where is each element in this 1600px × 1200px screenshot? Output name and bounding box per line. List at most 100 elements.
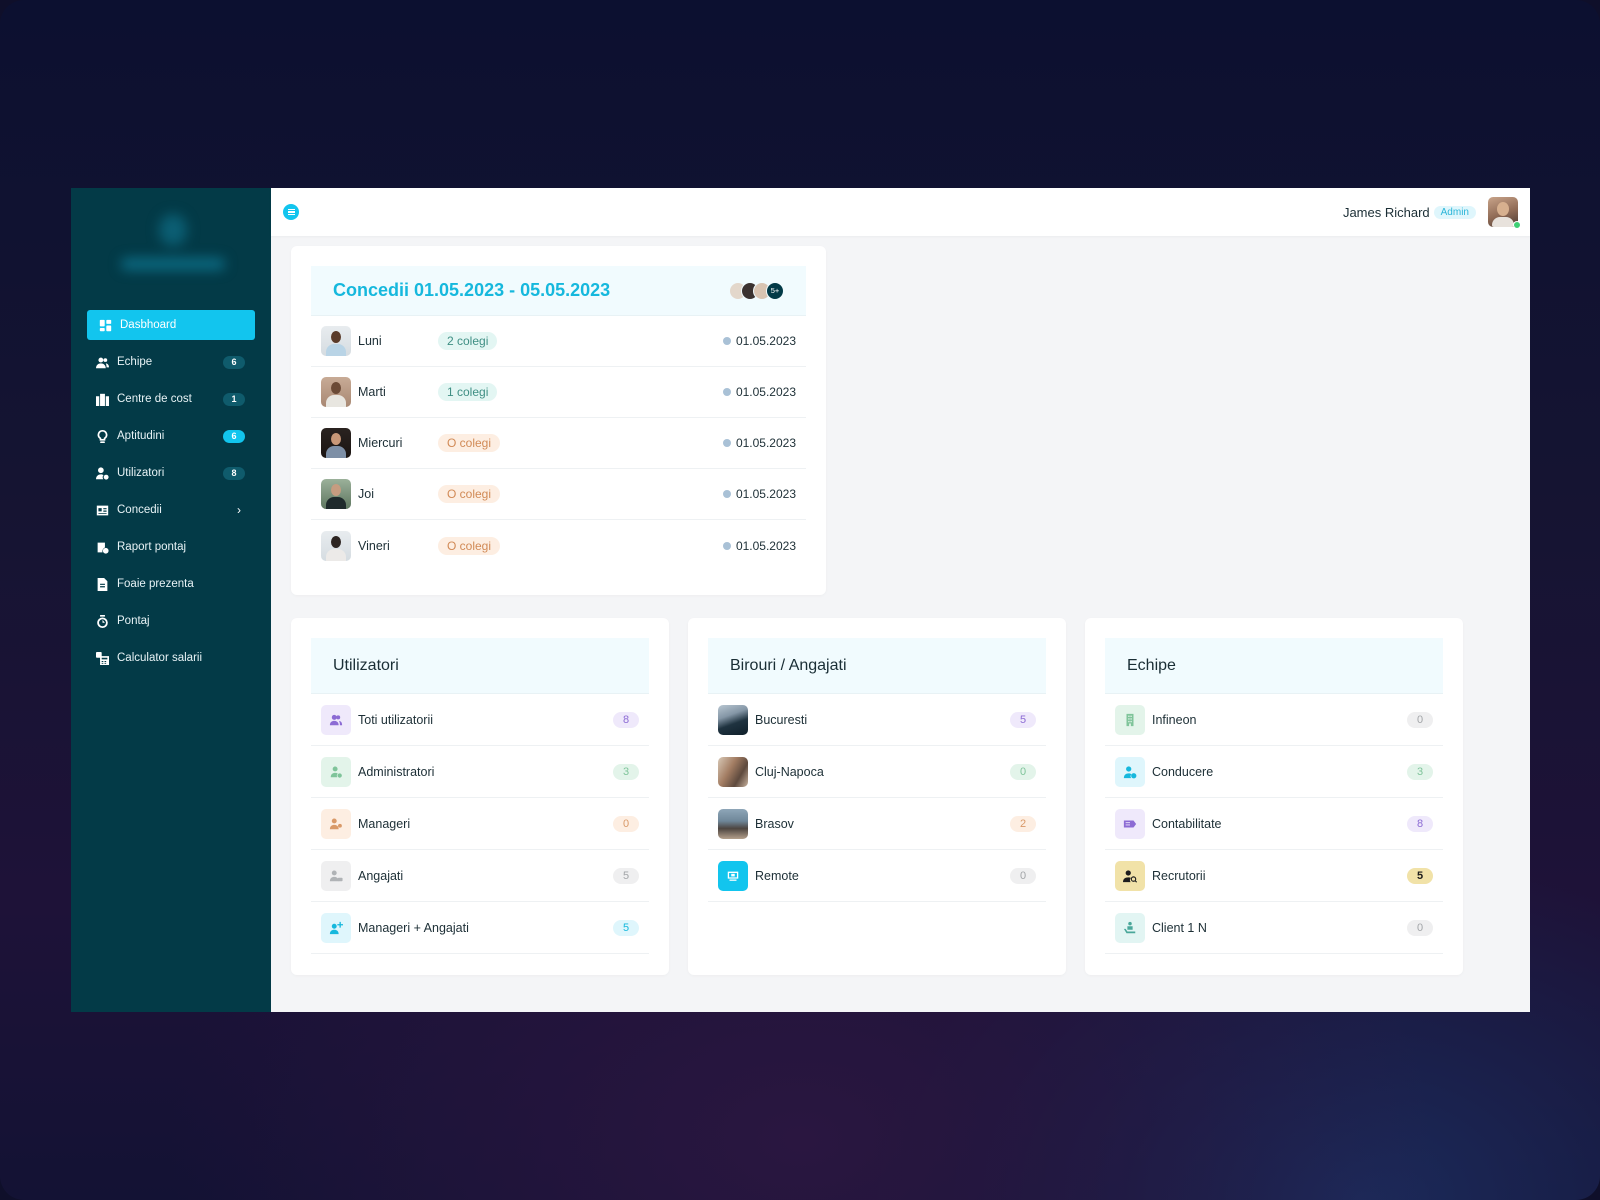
colleagues-badge: 1 colegi [438,383,498,401]
sidebar-item-label: Foaie prezenta [117,578,194,590]
sidebar-item-raport-pontaj[interactable]: Raport pontaj [87,532,255,562]
online-status-icon [1513,221,1521,229]
user-cog-icon [321,756,351,787]
logo[interactable] [111,208,231,278]
count-badge: 5 [613,919,639,936]
chevron-right-icon: › [237,503,241,517]
buildings-icon [95,392,109,406]
sidebar-item-label: Centre de cost [117,393,192,405]
sidebar-item-dashboard[interactable]: Dasbhoard [87,310,255,340]
sidebar-item-centre-de-cost[interactable]: Centre de cost 1 [87,384,255,414]
sidebar-item-calculator-salarii[interactable]: Calculator salarii [87,643,255,673]
list-item-label: Client 1 N [1152,920,1207,935]
list-item[interactable]: Manageri 0 [311,798,649,850]
colleagues-badge: O colegi [438,485,501,503]
day-label: Joi [358,487,374,501]
menu-icon[interactable] [283,204,299,220]
day-label: Luni [358,334,382,348]
list-item-label: Cluj-Napoca [755,764,824,779]
sidebar-item-echipe[interactable]: Echipe 6 [87,347,255,377]
date-text: 01.05.2023 [735,436,796,450]
user-cog-icon [95,466,109,480]
user-plus-icon [321,912,351,943]
sidebar-item-label: Echipe [117,356,153,368]
sidebar-item-utilizatori[interactable]: Utilizatori 8 [87,458,255,488]
sidebar-item-label: Concedii [117,504,162,516]
list-item-label: Brasov [755,816,794,831]
office-photo-cluj-napoca [718,756,748,787]
leave-date: 01.05.2023 [722,487,796,501]
avatar-stack[interactable]: 5+ [729,281,784,300]
office-photo-brasov [718,808,748,839]
leave-list: Luni 2 colegi 01.05.2023 Marti 1 colegi … [311,316,806,571]
calculator-icon [95,651,109,665]
list-item[interactable]: Brasov 2 [708,798,1046,850]
leave-card-title: Concedii 01.05.2023 - 05.05.2023 [333,280,611,300]
avatar[interactable] [1488,197,1521,229]
list-item[interactable]: Contabilitate 8 [1105,798,1443,850]
list-item[interactable]: Client 1 N 0 [1105,902,1443,954]
list-item[interactable]: Manageri + Angajati 5 [311,902,649,954]
stopwatch-icon [95,614,109,628]
topbar: James Richard Admin [271,188,1530,236]
list-item[interactable]: Administratori 3 [311,746,649,798]
count-badge: 3 [1407,763,1433,780]
sidebar-item-foaie-prezenta[interactable]: Foaie prezenta [87,569,255,599]
count-badge: 6 [223,429,245,443]
leave-row[interactable]: Vineri O colegi 01.05.2023 [311,520,806,571]
avatar [321,530,351,561]
list-item[interactable]: Conducere 3 [1105,746,1443,798]
sidebar-nav: Dasbhoard Echipe 6 Centre de cost 1 Apti… [87,310,255,680]
users-card-title: Utilizatori [333,656,399,674]
list-item[interactable]: Recrutorii 5 [1105,850,1443,902]
list-item[interactable]: Toti utilizatorii 8 [311,694,649,746]
teams-card: Echipe Infineon 0 Conducere 3 Contabilit… [1085,618,1463,975]
leave-row[interactable]: Marti 1 colegi 01.05.2023 [311,367,806,418]
clock-icon [722,388,731,396]
list-item[interactable]: Remote 0 [708,850,1046,902]
list-item[interactable]: Angajati 5 [311,850,649,902]
date-text: 01.05.2023 [735,487,796,501]
teams-card-header: Echipe [1105,638,1443,694]
lightbulb-icon [95,429,109,443]
money-tag-icon [1115,808,1145,839]
leave-date: 01.05.2023 [722,538,796,553]
date-text: 01.05.2023 [735,385,796,399]
date-text: 01.05.2023 [735,538,796,553]
sidebar-item-label: Utilizatori [117,467,165,479]
list-item-label: Bucuresti [755,712,808,727]
list-item-label: Recrutorii [1152,868,1206,883]
user-name: James Richard [1342,204,1430,220]
leave-row[interactable]: Luni 2 colegi 01.05.2023 [311,316,806,367]
user-menu[interactable]: James Richard Admin [1342,197,1521,229]
clock-icon [722,337,731,345]
colleagues-badge: O colegi [438,434,501,452]
offices-card-header: Birouri / Angajati [708,638,1046,694]
leave-date: 01.05.2023 [722,385,796,399]
sidebar-item-aptitudini[interactable]: Aptitudini 6 [87,421,255,451]
list-item[interactable]: Infineon 0 [1105,694,1443,746]
count-badge: 3 [613,763,639,780]
leave-card: Concedii 01.05.2023 - 05.05.2023 5+ Luni [291,246,826,595]
count-badge: 6 [223,355,245,369]
sidebar-item-label: Raport pontaj [117,541,187,553]
colleagues-badge: O colegi [438,536,501,555]
count-badge: 1 [223,392,245,406]
count-badge: 5 [613,867,639,884]
list-item-label: Angajati [358,868,404,883]
teams-card-title: Echipe [1127,656,1176,674]
list-item[interactable]: Bucuresti 5 [708,694,1046,746]
day-label: Miercuri [358,436,403,450]
list-item-label: Manageri [358,816,411,831]
leave-row[interactable]: Miercuri O colegi 01.05.2023 [311,418,806,469]
sidebar-item-pontaj[interactable]: Pontaj [87,606,255,636]
users-card: Utilizatori Toti utilizatorii 8 Administ… [291,618,669,975]
leave-row[interactable]: Joi O colegi 01.05.2023 [311,469,806,520]
sidebar-item-concedii[interactable]: Concedii › [87,495,255,525]
list-item-label: Toti utilizatorii [358,712,434,727]
users-icon [95,355,109,369]
list-item[interactable]: Cluj-Napoca 0 [708,746,1046,798]
screenshot-frame: Dasbhoard Echipe 6 Centre de cost 1 Apti… [0,0,1600,1200]
count-badge: 8 [223,466,245,480]
user-gear-icon [321,808,351,839]
